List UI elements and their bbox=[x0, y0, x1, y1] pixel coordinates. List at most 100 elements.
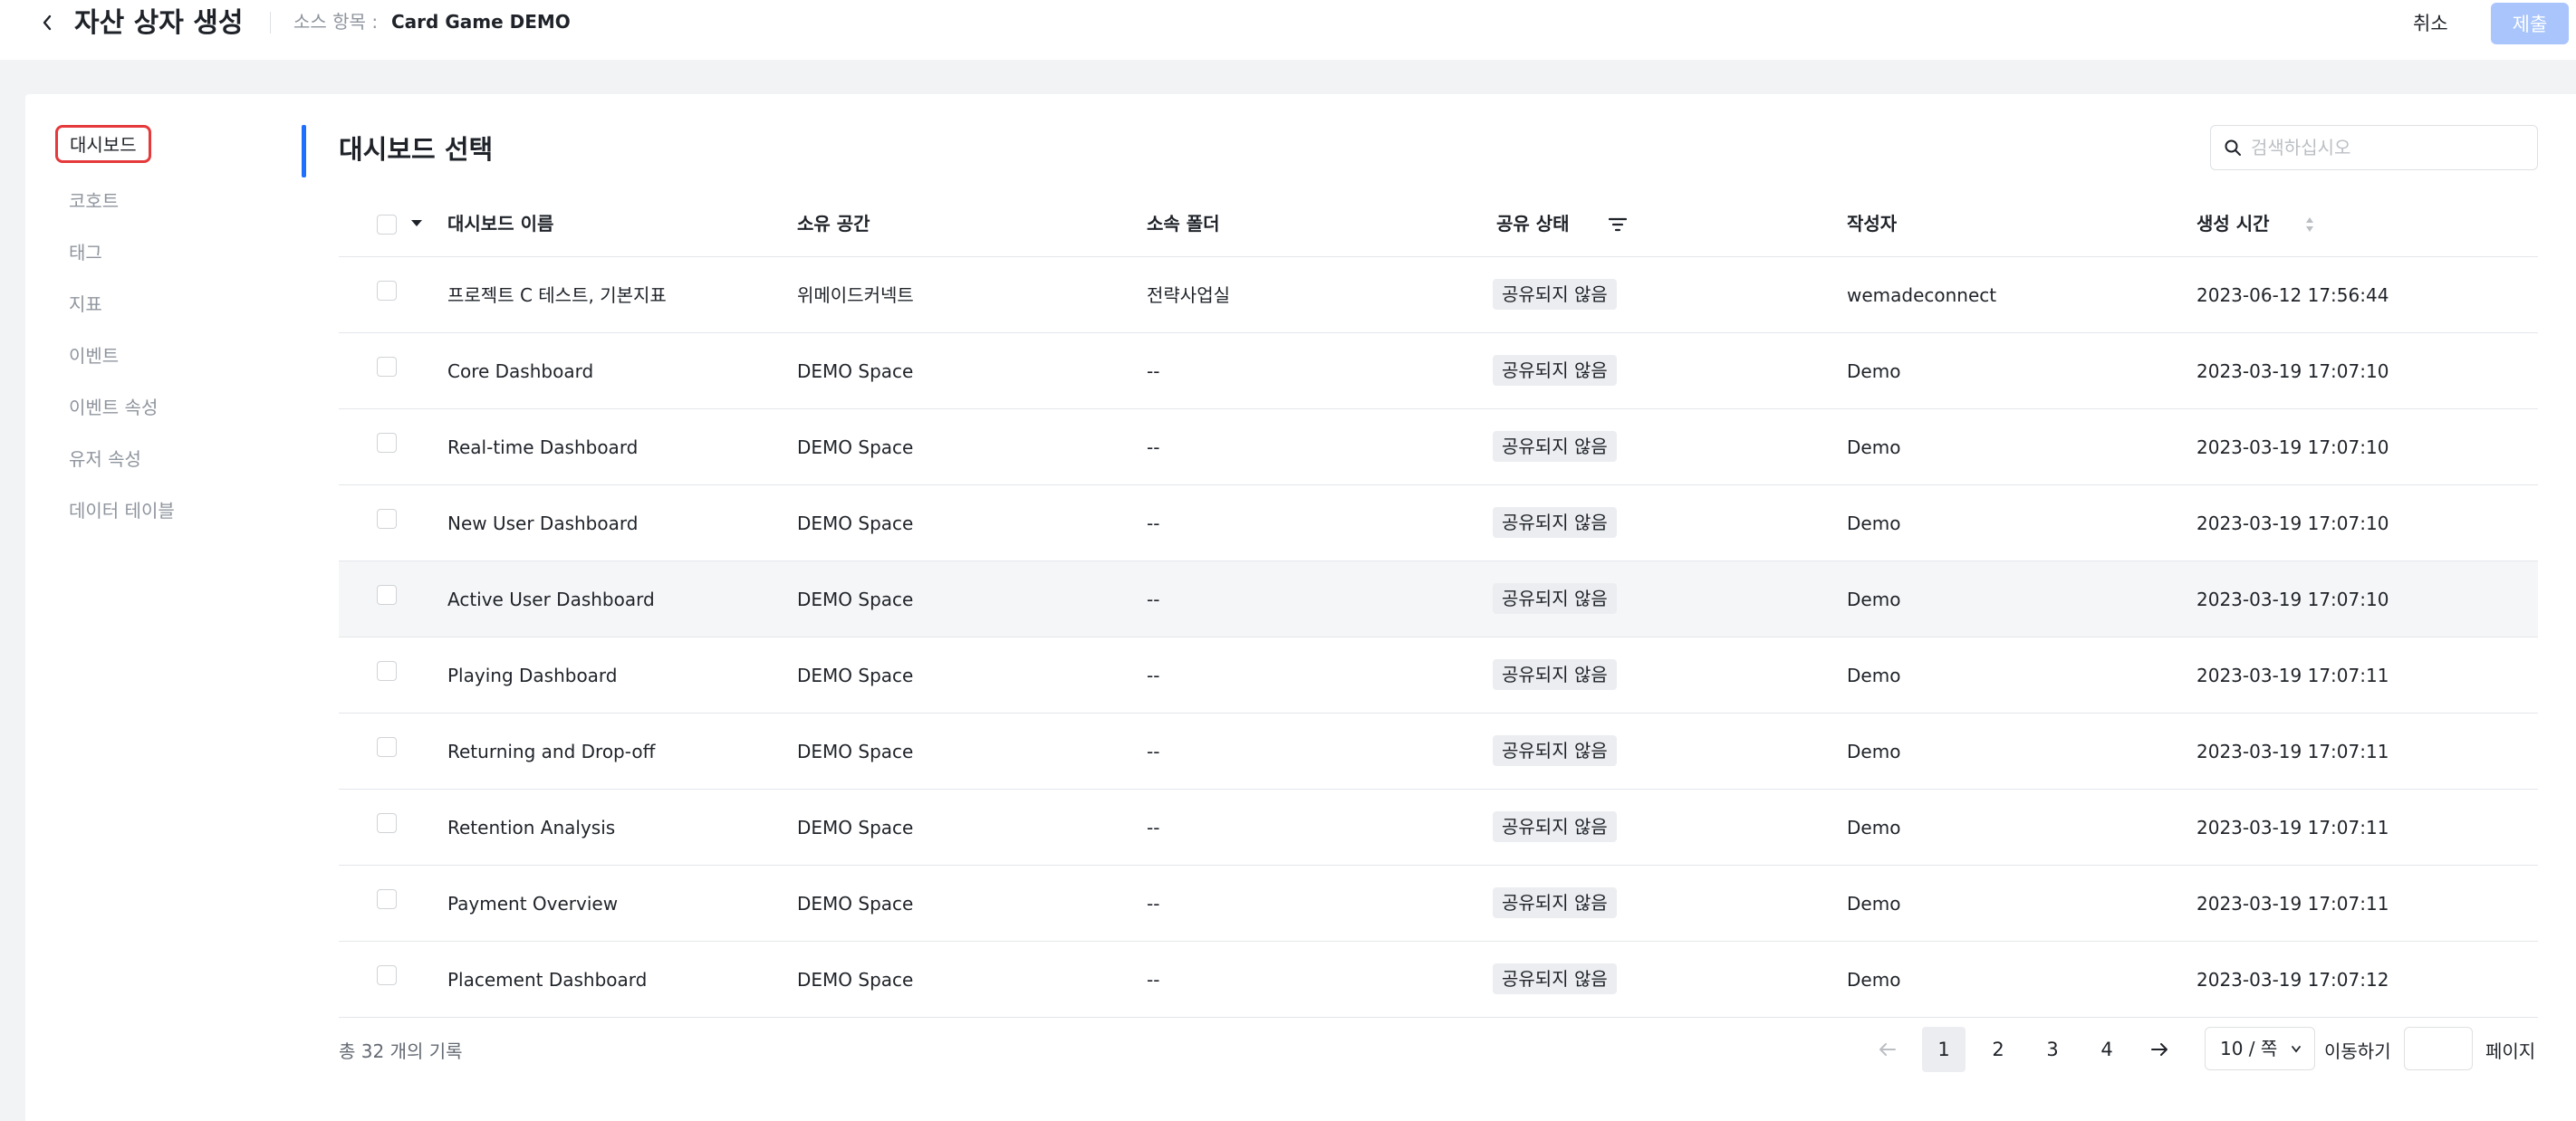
cell-created-time: 2023-03-19 17:07:10 bbox=[2196, 589, 2389, 610]
cell-created-time: 2023-03-19 17:07:12 bbox=[2196, 969, 2389, 991]
back-button[interactable] bbox=[36, 9, 58, 36]
cell-dashboard-name: Retention Analysis bbox=[447, 817, 616, 838]
cell-folder: -- bbox=[1147, 893, 1160, 915]
sort-icon[interactable] bbox=[2304, 216, 2315, 234]
cell-created-time: 2023-03-19 17:07:11 bbox=[2196, 893, 2389, 915]
cell-author: Demo bbox=[1847, 741, 1901, 762]
cell-created-time: 2023-03-19 17:07:11 bbox=[2196, 665, 2389, 686]
row-checkbox[interactable] bbox=[377, 661, 397, 681]
row-checkbox[interactable] bbox=[377, 433, 397, 453]
table-row[interactable]: Payment Overview DEMO Space -- 공유되지 않음 Demo 2… bbox=[339, 866, 2538, 942]
table-row[interactable]: Placement Dashboard DEMO Space -- 공유되지 않음 De… bbox=[339, 942, 2538, 1018]
cell-folder: -- bbox=[1147, 817, 1160, 838]
table-row[interactable]: Real-time Dashboard DEMO Space -- 공유되지 않음 De… bbox=[339, 409, 2538, 485]
page-2-button[interactable]: 2 bbox=[1976, 1027, 2020, 1072]
row-checkbox[interactable] bbox=[377, 357, 397, 377]
sidebar-item-tag[interactable]: 태그 bbox=[69, 238, 102, 267]
cell-share-status: 공유되지 않음 bbox=[1493, 963, 1617, 994]
sidebar-item-metric[interactable]: 지표 bbox=[69, 290, 102, 319]
cell-author: Demo bbox=[1847, 665, 1901, 686]
search-input[interactable] bbox=[2251, 137, 2523, 158]
select-all-checkbox[interactable] bbox=[377, 215, 397, 235]
column-header-space: 소유 공간 bbox=[797, 213, 870, 235]
source-label: 소스 항목 : bbox=[293, 11, 379, 33]
chevron-left-icon bbox=[43, 14, 52, 31]
cell-created-time: 2023-03-19 17:07:11 bbox=[2196, 741, 2389, 762]
submit-button[interactable]: 제출 bbox=[2491, 3, 2569, 44]
cell-dashboard-name: Core Dashboard bbox=[447, 360, 594, 382]
dashboard-table: 대시보드 이름 소유 공간 소속 폴더 공유 상태 작성자 생성 시간 프로젝트… bbox=[339, 192, 2538, 1018]
row-checkbox[interactable] bbox=[377, 813, 397, 833]
cell-author: Demo bbox=[1847, 969, 1901, 991]
search-box[interactable] bbox=[2210, 125, 2538, 170]
cell-dashboard-name: Playing Dashboard bbox=[447, 665, 618, 686]
page-title: 자산 상자 생성 bbox=[74, 7, 244, 39]
sidebar-item-dashboard[interactable]: 대시보드 bbox=[55, 125, 151, 163]
cell-author: Demo bbox=[1847, 893, 1901, 915]
cell-author: Demo bbox=[1847, 513, 1901, 534]
source-value: Card Game DEMO bbox=[391, 11, 571, 33]
cell-dashboard-name: Returning and Drop-off bbox=[447, 741, 656, 762]
sidebar-item-event[interactable]: 이벤트 bbox=[69, 341, 119, 370]
filter-icon[interactable] bbox=[1609, 216, 1627, 233]
table-row[interactable]: New User Dashboard DEMO Space -- 공유되지 않음 Dem… bbox=[339, 485, 2538, 561]
table-row[interactable]: Playing Dashboard DEMO Space -- 공유되지 않음 Demo… bbox=[339, 637, 2538, 714]
column-header-created: 생성 시간 bbox=[2196, 213, 2270, 235]
table-row[interactable]: Active User Dashboard DEMO Space -- 공유되지 않음… bbox=[339, 561, 2538, 637]
cell-dashboard-name: Real-time Dashboard bbox=[447, 436, 639, 458]
cell-share-status: 공유되지 않음 bbox=[1493, 431, 1617, 462]
cell-space: DEMO Space bbox=[797, 817, 914, 838]
table-row[interactable]: 프로젝트 C 테스트, 기본지표 위메이드커넥트 전략사업실 공유되지 않음 wemad… bbox=[339, 257, 2538, 333]
page-size-select[interactable]: 10 / 쪽 bbox=[2205, 1027, 2315, 1070]
column-header-author: 작성자 bbox=[1847, 213, 1898, 235]
sidebar-item-user-property[interactable]: 유저 속성 bbox=[69, 445, 141, 474]
cell-space: DEMO Space bbox=[797, 513, 914, 534]
cell-folder: -- bbox=[1147, 741, 1160, 762]
cell-share-status: 공유되지 않음 bbox=[1493, 583, 1617, 614]
cancel-button[interactable]: 취소 bbox=[2402, 5, 2459, 42]
cell-share-status: 공유되지 않음 bbox=[1493, 279, 1617, 310]
cell-author: Demo bbox=[1847, 360, 1901, 382]
row-checkbox[interactable] bbox=[377, 889, 397, 909]
cell-folder: -- bbox=[1147, 436, 1160, 458]
cell-share-status: 공유되지 않음 bbox=[1493, 659, 1617, 690]
select-dropdown-icon[interactable] bbox=[411, 220, 422, 226]
page-4-button[interactable]: 4 bbox=[2085, 1027, 2129, 1072]
page-3-button[interactable]: 3 bbox=[2031, 1027, 2074, 1072]
search-icon bbox=[2225, 139, 2241, 156]
cell-dashboard-name: 프로젝트 C 테스트, 기본지표 bbox=[447, 284, 667, 306]
cell-dashboard-name: New User Dashboard bbox=[447, 513, 639, 534]
prev-page-button[interactable] bbox=[1870, 1027, 1906, 1072]
next-page-button[interactable] bbox=[2141, 1027, 2177, 1072]
cell-author: Demo bbox=[1847, 589, 1901, 610]
page-1-button[interactable]: 1 bbox=[1922, 1027, 1966, 1072]
cell-share-status: 공유되지 않음 bbox=[1493, 887, 1617, 918]
sidebar-item-cohort[interactable]: 코호트 bbox=[69, 187, 119, 216]
row-checkbox[interactable] bbox=[377, 509, 397, 529]
goto-suffix: 페이지 bbox=[2485, 1040, 2536, 1062]
cell-share-status: 공유되지 않음 bbox=[1493, 735, 1617, 766]
cell-folder: -- bbox=[1147, 513, 1160, 534]
cell-created-time: 2023-03-19 17:07:10 bbox=[2196, 513, 2389, 534]
cell-space: 위메이드커넥트 bbox=[797, 284, 914, 306]
table-row[interactable]: Core Dashboard DEMO Space -- 공유되지 않음 Demo 202… bbox=[339, 333, 2538, 409]
section-accent-bar bbox=[302, 125, 306, 177]
row-checkbox[interactable] bbox=[377, 965, 397, 985]
page-size-value: 10 / 쪽 bbox=[2220, 1038, 2278, 1059]
goto-page-input[interactable] bbox=[2404, 1027, 2473, 1070]
row-checkbox[interactable] bbox=[377, 281, 397, 301]
cell-dashboard-name: Placement Dashboard bbox=[447, 969, 648, 991]
row-checkbox[interactable] bbox=[377, 737, 397, 757]
sidebar-item-event-property[interactable]: 이벤트 속성 bbox=[69, 393, 158, 422]
table-row[interactable]: Returning and Drop-off DEMO Space -- 공유되지 않… bbox=[339, 714, 2538, 790]
sidebar-item-data-table[interactable]: 데이터 테이블 bbox=[69, 496, 175, 525]
cell-created-time: 2023-03-19 17:07:10 bbox=[2196, 360, 2389, 382]
cell-dashboard-name: Payment Overview bbox=[447, 893, 619, 915]
cell-created-time: 2023-03-19 17:07:10 bbox=[2196, 436, 2389, 458]
table-row[interactable]: Retention Analysis DEMO Space -- 공유되지 않음 Dem… bbox=[339, 790, 2538, 866]
title-divider bbox=[270, 12, 271, 34]
table-header: 대시보드 이름 소유 공간 소속 폴더 공유 상태 작성자 생성 시간 bbox=[339, 192, 2538, 257]
cell-created-time: 2023-03-19 17:07:11 bbox=[2196, 817, 2389, 838]
table-body: 프로젝트 C 테스트, 기본지표 위메이드커넥트 전략사업실 공유되지 않음 wemad… bbox=[339, 257, 2538, 1018]
row-checkbox[interactable] bbox=[377, 585, 397, 605]
